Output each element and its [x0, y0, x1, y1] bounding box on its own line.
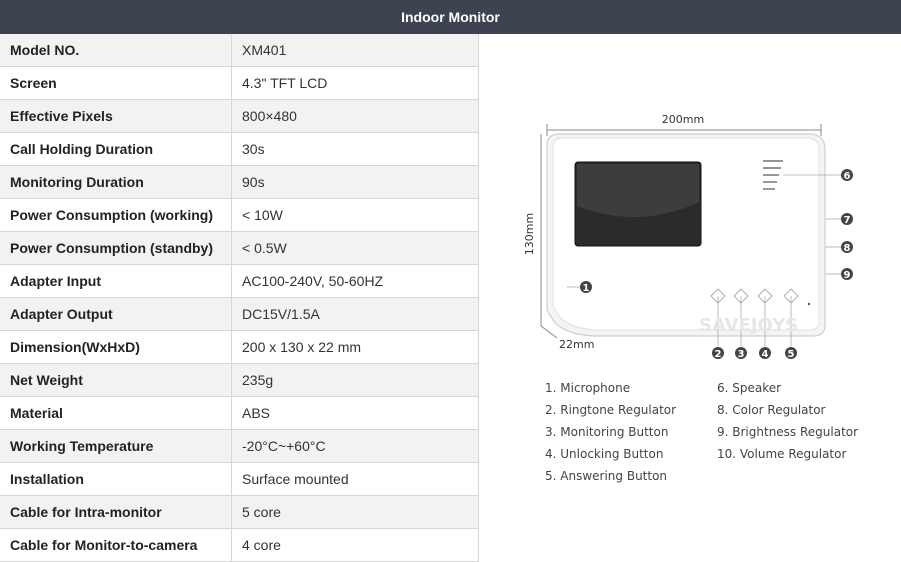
spec-value: XM401 [242, 42, 287, 58]
spec-value: AC100-240V, 50-60HZ [242, 273, 384, 289]
badge-7: 7 [841, 213, 853, 226]
badge-3: 3 [735, 347, 747, 360]
diagram-panel: 200mm 130mm 22mm SAVEJOYS 1 2 3 4 5 6 7 … [478, 34, 901, 562]
spec-value: 5 core [242, 504, 281, 520]
spec-label: Material [0, 397, 232, 429]
spec-row: Screen 4.3" TFT LCD [0, 67, 478, 100]
spec-value: 90s [242, 174, 265, 190]
legend-item: 9. Brightness Regulator [717, 425, 859, 439]
spec-row: Effective Pixels 800×480 [0, 100, 478, 133]
spec-value: Surface mounted [242, 471, 349, 487]
spec-value: 4 core [242, 537, 281, 553]
height-label: 130mm [523, 213, 536, 255]
spec-row: Dimension(WxHxD) 200 x 130 x 22 mm [0, 331, 478, 364]
legend-left: 1. Microphone 2. Ringtone Regulator 3. Mon… [545, 377, 676, 487]
svg-text:1: 1 [583, 283, 590, 294]
svg-text:8: 8 [844, 243, 851, 254]
badge-4: 4 [759, 347, 771, 360]
legend-item: 3. Monitoring Button [545, 425, 669, 439]
svg-text:3: 3 [738, 349, 745, 360]
spec-label: Power Consumption (working) [0, 199, 232, 231]
spec-label: Dimension(WxHxD) [0, 331, 232, 363]
spec-label: Screen [0, 67, 232, 99]
badge-8: 8 [841, 241, 853, 254]
spec-row: Cable for Monitor-to-camera 4 core [0, 529, 478, 562]
legend-item: 5. Answering Button [545, 469, 668, 483]
spec-row: Adapter Input AC100-240V, 50-60HZ [0, 265, 478, 298]
spec-row: Installation Surface mounted [0, 463, 478, 496]
legend-item: 10. Volume Regulator [717, 447, 847, 461]
spec-row: Model NO. XM401 [0, 34, 478, 67]
svg-text:4: 4 [762, 349, 769, 360]
badge-2: 2 [712, 347, 724, 360]
page-title: Indoor Monitor [401, 9, 500, 25]
watermark: SAVEJOYS [699, 315, 798, 336]
legend-item: 2. Ringtone Regulator [545, 403, 677, 417]
spec-value: ABS [242, 405, 271, 421]
spec-label: Adapter Output [0, 298, 232, 330]
spec-value: < 0.5W [242, 240, 287, 256]
spec-row: Working Temperature -20°C~+60°C [0, 430, 478, 463]
svg-text:2: 2 [715, 349, 722, 360]
spec-label: Cable for Intra-monitor [0, 496, 232, 528]
svg-text:7: 7 [844, 215, 851, 226]
svg-text:6: 6 [844, 171, 851, 182]
spec-row: Call Holding Duration 30s [0, 133, 478, 166]
spec-label: Call Holding Duration [0, 133, 232, 165]
spec-row: Monitoring Duration 90s [0, 166, 478, 199]
spec-label: Model NO. [0, 34, 232, 66]
spec-label: Effective Pixels [0, 100, 232, 132]
spec-row: Power Consumption (working) < 10W [0, 199, 478, 232]
spec-value: 4.3" TFT LCD [242, 75, 328, 91]
spec-row: Adapter Output DC15V/1.5A [0, 298, 478, 331]
spec-value: DC15V/1.5A [242, 306, 320, 322]
spec-row: Net Weight 235g [0, 364, 478, 397]
spec-value: < 10W [242, 207, 283, 223]
spec-label: Net Weight [0, 364, 232, 396]
badge-5: 5 [785, 347, 797, 360]
spec-table: Model NO. XM401 Screen 4.3" TFT LCD Effectiv… [0, 34, 478, 562]
legend-item: 1. Microphone [545, 381, 631, 395]
spec-value: 200 x 130 x 22 mm [242, 339, 362, 355]
legend-item: 6. Speaker [717, 381, 782, 395]
spec-value: 30s [242, 141, 265, 157]
svg-text:5: 5 [788, 349, 795, 360]
spec-value: -20°C~+60°C [242, 438, 326, 454]
legend-right: 6. Speaker 8. Color Regulator 9. Brightnes… [717, 377, 858, 465]
badge-9: 9 [841, 268, 853, 281]
spec-value: 235g [242, 372, 274, 388]
monitor-diagram: 200mm 130mm 22mm SAVEJOYS 1 2 3 4 5 6 7 … [523, 113, 853, 360]
spec-row: Power Consumption (standby) < 0.5W [0, 232, 478, 265]
width-label: 200mm [662, 113, 704, 126]
svg-text:9: 9 [844, 270, 851, 281]
spec-row: Material ABS [0, 397, 478, 430]
spec-row: Cable for Intra-monitor 5 core [0, 496, 478, 529]
spec-label: Installation [0, 463, 232, 495]
spec-label: Power Consumption (standby) [0, 232, 232, 264]
spec-label: Working Temperature [0, 430, 232, 462]
legend-item: 8. Color Regulator [717, 403, 826, 417]
legend-item: 4. Unlocking Button [545, 447, 664, 461]
page-header: Indoor Monitor [0, 0, 901, 34]
badge-6: 6 [841, 169, 853, 182]
spec-label: Monitoring Duration [0, 166, 232, 198]
spec-value: 800×480 [242, 108, 297, 124]
spec-label: Adapter Input [0, 265, 232, 297]
depth-label: 22mm [559, 338, 594, 351]
spec-label: Cable for Monitor-to-camera [0, 529, 232, 561]
